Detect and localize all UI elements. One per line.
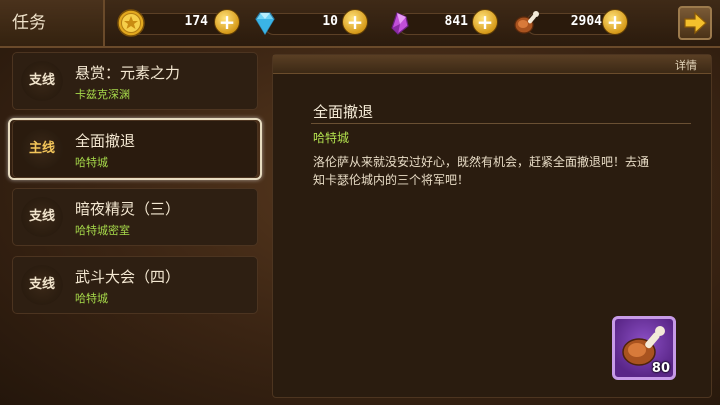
- arrow-right-icon: [684, 11, 707, 35]
- crystal-icon: [391, 12, 409, 35]
- crystal-resource: 841 +: [384, 9, 500, 36]
- meat-resource: 2904 +: [512, 9, 632, 36]
- gold-count: 174: [184, 14, 208, 29]
- gold-resource: 174 +: [116, 9, 240, 37]
- quest-item-3[interactable]: 支线 武斗大会（四） 哈特城: [12, 256, 258, 314]
- meat-count: 2904: [570, 14, 602, 29]
- quest-item-2[interactable]: 支线 暗夜精灵（三） 哈特城密室: [12, 188, 258, 246]
- quest-name: 武斗大会（四）: [75, 268, 181, 286]
- add-crystal-button[interactable]: +: [472, 9, 498, 35]
- selection-frame: [8, 118, 262, 180]
- add-gold-button[interactable]: +: [214, 9, 240, 35]
- next-arrow-button[interactable]: [678, 6, 712, 40]
- quest-tag: 支线: [21, 265, 63, 305]
- page-title: 任务: [0, 0, 105, 46]
- add-diamond-button[interactable]: +: [342, 9, 368, 35]
- quest-name: 暗夜精灵（三）: [75, 200, 181, 218]
- quest-location: 卡兹克深渊: [75, 88, 130, 101]
- top-bar: 任务 174 + 10 + 841 + 2904 +: [0, 0, 720, 48]
- detail-label: 详情: [675, 59, 697, 72]
- detail-title: 全面撤退: [313, 103, 374, 121]
- gold-coin-icon: [117, 9, 145, 37]
- quest-name: 悬赏：元素之力: [75, 64, 181, 82]
- crystal-count: 841: [444, 14, 468, 29]
- add-meat-button[interactable]: +: [602, 9, 628, 35]
- diamond-icon: [255, 12, 275, 36]
- divider: [311, 123, 691, 124]
- quest-location: 哈特城: [75, 292, 108, 305]
- meat-drumstick-icon: [514, 11, 539, 34]
- quest-tag: 支线: [21, 197, 63, 237]
- reward-count: 80: [651, 361, 670, 376]
- detail-description: 洛伦萨从来就没安过好心，既然有机会，赶紧全面撤退吧！去通知卡瑟伦城内的三个将军吧…: [313, 155, 650, 187]
- detail-location: 哈特城: [313, 131, 350, 145]
- reward-item[interactable]: 80: [612, 316, 676, 380]
- diamond-resource: 10 +: [250, 9, 370, 36]
- quest-location: 哈特城密室: [75, 224, 130, 237]
- quest-item-0[interactable]: 支线 悬赏：元素之力 卡兹克深渊: [12, 52, 258, 110]
- detail-header: 详情: [273, 55, 711, 74]
- diamond-count: 10: [322, 14, 338, 29]
- quest-tag: 支线: [21, 61, 63, 101]
